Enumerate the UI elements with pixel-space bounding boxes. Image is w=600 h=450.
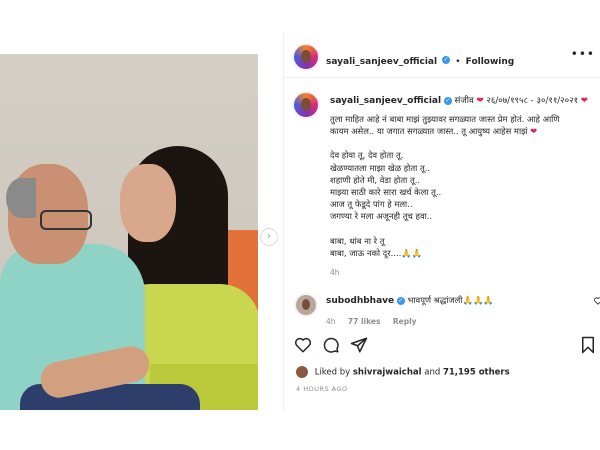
following-button[interactable]: Following bbox=[466, 57, 515, 67]
comment-like-icon[interactable] bbox=[594, 297, 600, 305]
comment-meta: 4h 77 likes Reply bbox=[326, 317, 417, 326]
comment-time: 4h bbox=[326, 317, 336, 326]
liker-username[interactable]: shivrajwaichal bbox=[353, 368, 422, 378]
comment-reply-button[interactable]: Reply bbox=[393, 317, 417, 326]
verified-badge-icon: ✓ bbox=[442, 55, 451, 64]
caption-line: खेळण्यातला माझा खेळ होता तू.. bbox=[330, 162, 431, 173]
more-options-icon[interactable]: ••• bbox=[571, 47, 595, 61]
heart-outline-icon[interactable] bbox=[294, 336, 312, 354]
caption-line: देव होवा तू, देव होता तू. bbox=[330, 150, 404, 161]
post-timestamp: 4 HOURS AGO bbox=[296, 385, 348, 393]
caption-line: जगण्या रे मला अजूनही तूच हवा.. bbox=[330, 211, 433, 222]
verified-badge-icon: ✓ bbox=[443, 96, 452, 105]
caption-line: माझ्या साठी कारे सारा खर्च केला तू.. bbox=[330, 187, 442, 198]
caption-line: बाबा, जाऊ नको दूर....🙏🙏 bbox=[330, 247, 423, 258]
comment-text: भावपूर्ण श्रद्धांजली🙏🙏🙏 bbox=[407, 295, 494, 305]
comment-row: subodhbhave ✓ भावपूर्ण श्रद्धांजली🙏🙏🙏 bbox=[326, 295, 494, 306]
photo-woman-face bbox=[120, 164, 176, 242]
caption-line: आज तू फेडूदे पांग हे मला.. bbox=[330, 199, 413, 210]
post-photo[interactable] bbox=[0, 54, 258, 410]
verified-badge-icon: ✓ bbox=[396, 296, 405, 305]
author-avatar[interactable] bbox=[292, 43, 320, 71]
caption-username[interactable]: sayali_sanjeev_official bbox=[330, 96, 441, 106]
likes-summary: Liked by shivrajwaichal and 71,195 other… bbox=[296, 366, 510, 378]
caption-dates: २६/०७/१९५८ - ३०/११/२०२१ bbox=[486, 96, 579, 106]
heart-emoji-icon: ❤ bbox=[530, 126, 538, 137]
heart-emoji-icon: ❤ bbox=[476, 96, 484, 106]
likes-middle: and bbox=[424, 367, 443, 378]
post-header: sayali_sanjeev_official ✓ • Following ••… bbox=[284, 33, 600, 78]
heart-emoji-icon: ❤ bbox=[580, 96, 588, 106]
caption-author-avatar[interactable] bbox=[292, 91, 320, 119]
caption-line: बाबा, थांब ना रे तू bbox=[330, 235, 385, 246]
caption-line-with-heart: कायम असेल.. या जगात सगळ्यात जास्त.. तू आ… bbox=[330, 125, 592, 137]
post-details-panel: sayali_sanjeev_official ✓ • Following ••… bbox=[283, 33, 600, 410]
caption-line: शहाणी होते मी, वेडा होता तू.. bbox=[330, 174, 421, 185]
paper-plane-icon[interactable] bbox=[350, 336, 368, 354]
caption-text: तुला माहित आहे नं बाबा माझं तुझ्यावर सगळ… bbox=[330, 113, 592, 279]
photo-glasses bbox=[40, 210, 92, 230]
bookmark-icon[interactable] bbox=[580, 336, 596, 354]
follow-separator: • bbox=[455, 57, 461, 67]
likes-count[interactable]: 71,195 others bbox=[443, 368, 510, 378]
comment-icon[interactable] bbox=[322, 336, 340, 354]
comment-likes[interactable]: 77 likes bbox=[348, 317, 381, 326]
action-bar bbox=[294, 336, 594, 356]
author-username[interactable]: sayali_sanjeev_official bbox=[326, 57, 437, 67]
caption-header: sayali_sanjeev_official ✓ संजीव ❤ २६/०७/… bbox=[330, 94, 588, 106]
liker-avatar[interactable] bbox=[296, 366, 308, 378]
header-user-row: sayali_sanjeev_official ✓ • Following bbox=[326, 49, 514, 68]
caption-timestamp: 4h bbox=[330, 268, 340, 278]
photo-man-hair bbox=[6, 178, 36, 218]
caption-line: कायम असेल.. या जगात सगळ्यात जास्त.. तू आ… bbox=[330, 126, 528, 137]
commenter-username[interactable]: subodhbhave bbox=[326, 296, 394, 306]
caption-line: तुला माहित आहे नं बाबा माझं तुझ्यावर सगळ… bbox=[330, 114, 560, 124]
carousel-next-icon[interactable]: › bbox=[260, 228, 278, 246]
caption-name: संजीव bbox=[454, 96, 474, 106]
commenter-avatar[interactable] bbox=[294, 293, 318, 317]
likes-prefix: Liked by bbox=[314, 367, 353, 378]
